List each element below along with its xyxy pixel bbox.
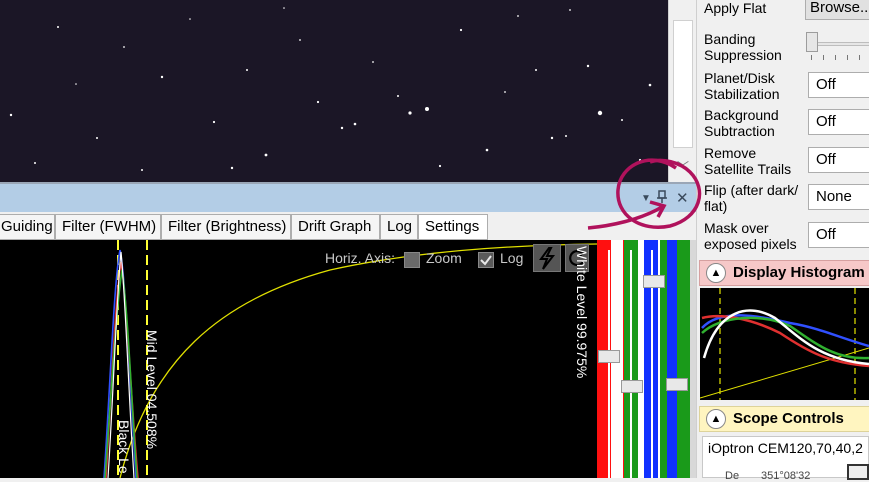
annotation-overlay [587, 158, 702, 230]
annotation-arrow [587, 205, 663, 230]
